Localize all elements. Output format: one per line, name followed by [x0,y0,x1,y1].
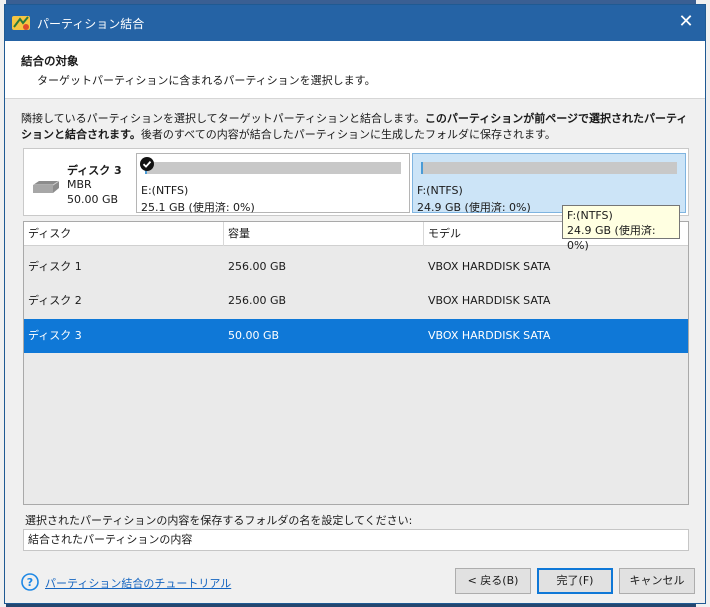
disk-size: 50.00 GB [67,193,119,206]
hard-disk-icon [33,180,60,193]
cell-capacity: 50.00 GB [228,329,280,342]
disk-type: MBR [67,178,92,191]
svg-text:?: ? [27,576,33,589]
header-panel: 結合の対象 ターゲットパーティションに含まれるパーティションを選択します。 [5,41,705,99]
column-header-capacity[interactable]: 容量 [224,222,424,246]
cell-model: VBOX HARDDISK SATA [428,260,551,273]
title-bar: パーティション結合 ✕ [5,5,705,41]
instruction-text: 隣接しているパーティションを選択してターゲットパーティションと結合します。このパ… [21,111,693,143]
tutorial-link[interactable]: パーティション結合のチュートリアル [45,575,231,591]
app-logo-icon [12,16,30,30]
partition-size: 25.1 GB (使用済: 0%) [141,201,255,214]
instruction-part1: 隣接しているパーティションを選択してターゲットパーティションと結合します。 [21,112,425,125]
merge-partition-dialog: パーティション結合 ✕ 結合の対象 ターゲットパーティションに含まれるパーティシ… [4,4,706,604]
checkmark-icon [140,157,154,171]
back-button[interactable]: < 戻る(B) [455,568,531,594]
help-icon[interactable]: ? [21,573,39,591]
header-title: 結合の対象 [21,54,79,68]
partition-usage-bar [421,162,677,174]
instruction-part3: 後者のすべての内容が結合したパーティションに生成したフォルダに保存されます。 [140,128,556,141]
finish-button[interactable]: 完了(F) [537,568,613,594]
table-row[interactable]: ディスク 2 256.00 GB VBOX HARDDISK SATA [24,284,688,318]
cell-disk: ディスク 1 [28,260,82,273]
cancel-button[interactable]: キャンセル [619,568,695,594]
table-row[interactable]: ディスク 1 256.00 GB VBOX HARDDISK SATA [24,250,688,284]
partition-label: E:(NTFS) [141,184,189,197]
folder-name-label: 選択されたパーティションの内容を保存するフォルダの名を設定してください: [25,514,413,527]
cell-model: VBOX HARDDISK SATA [428,294,551,307]
partition-size: 24.9 GB (使用済: 0%) [417,201,531,214]
cell-capacity: 256.00 GB [228,294,287,307]
disk-name: ディスク 3 [67,164,122,177]
close-button[interactable]: ✕ [673,11,699,35]
cell-disk: ディスク 2 [28,294,82,307]
window-title: パーティション結合 [37,17,145,31]
disk-table: ディスク 容量 モデル ディスク 1 256.00 GB VBOX HARDDI… [23,221,689,505]
cell-capacity: 256.00 GB [228,260,287,273]
header-subtitle: ターゲットパーティションに含まれるパーティションを選択します。 [37,74,376,87]
column-header-disk[interactable]: ディスク [24,222,224,246]
cell-model: VBOX HARDDISK SATA [428,329,551,342]
table-row-selected[interactable]: ディスク 3 50.00 GB VBOX HARDDISK SATA [24,319,688,353]
partition-f[interactable]: F:(NTFS) 24.9 GB (使用済: 0%) [412,153,686,214]
partition-tooltip: F:(NTFS) 24.9 GB (使用済: 0%) [562,205,680,252]
tooltip-line2: 24.9 GB (使用済: 0%) [567,224,656,252]
partition-e[interactable]: E:(NTFS) 25.1 GB (使用済: 0%) [136,153,410,214]
folder-name-input[interactable]: 結合されたパーティションの内容 [23,529,689,551]
partition-usage-bar [145,162,401,174]
tooltip-line1: F:(NTFS) [567,209,613,222]
partition-label: F:(NTFS) [417,184,463,197]
cell-disk: ディスク 3 [28,329,82,342]
partition-usage-fill [421,162,423,174]
